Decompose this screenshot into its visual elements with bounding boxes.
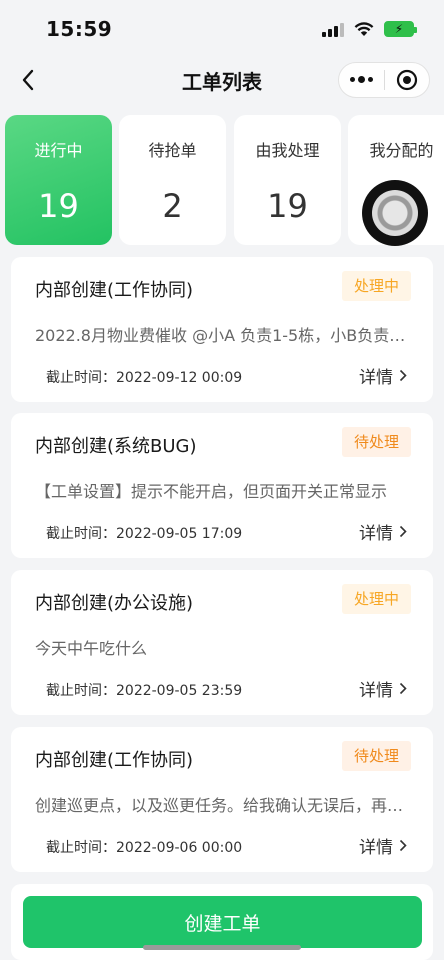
create-work-order-button[interactable]: 创建工单 bbox=[23, 896, 422, 948]
card-description: 2022.8月物业费催收 @小A 负责1-5栋，小B负责6-10栋 bbox=[35, 326, 415, 345]
detail-label: 详情 bbox=[359, 838, 393, 858]
work-order-card[interactable]: 内部创建(工作协同) 处理中 2022.8月物业费催收 @小A 负责1-5栋，小… bbox=[11, 257, 433, 402]
card-deadline: 截止时间：2022-09-06 00:00 bbox=[46, 840, 243, 856]
tab-to-grab[interactable]: 待抢单 2 bbox=[119, 115, 226, 245]
more-dots-icon bbox=[349, 76, 373, 83]
signal-icon bbox=[322, 21, 344, 37]
charging-bolt-icon: ⚡ bbox=[394, 22, 404, 36]
status-time: 15:59 bbox=[46, 17, 113, 41]
tab-label: 待抢单 bbox=[148, 141, 197, 160]
tab-label: 我分配的 bbox=[369, 141, 434, 160]
card-description: 【工单设置】提示不能开启，但页面开关正常显示 bbox=[35, 482, 388, 501]
more-button[interactable] bbox=[339, 63, 384, 97]
status-badge: 处理中 bbox=[341, 584, 411, 614]
page-title: 工单列表 bbox=[182, 69, 262, 94]
detail-link[interactable]: 详情 bbox=[359, 519, 407, 544]
card-description: 今天中午吃什么 bbox=[35, 639, 148, 658]
tab-count: 19 bbox=[267, 187, 308, 225]
work-order-card[interactable]: 内部创建(工作协同) 待处理 创建巡更点，以及巡更任务。给我确认无误后，再发布 … bbox=[11, 727, 433, 872]
tab-label: 进行中 bbox=[34, 141, 83, 160]
detail-label: 详情 bbox=[359, 368, 393, 388]
status-badge: 处理中 bbox=[341, 271, 411, 301]
mini-program-capsule bbox=[338, 62, 430, 98]
target-close-icon bbox=[396, 69, 417, 91]
detail-link[interactable]: 详情 bbox=[359, 676, 407, 701]
detail-label: 详情 bbox=[359, 524, 393, 544]
chevron-right-icon bbox=[399, 525, 407, 538]
wifi-icon bbox=[354, 22, 374, 36]
tab-label: 由我处理 bbox=[255, 141, 320, 160]
card-deadline: 截止时间：2022-09-05 23:59 bbox=[46, 683, 243, 699]
assistive-touch-button[interactable] bbox=[362, 180, 428, 246]
card-title: 内部创建(工作协同) bbox=[35, 750, 194, 771]
tab-count: 19 bbox=[38, 187, 79, 225]
chevron-left-icon bbox=[22, 69, 34, 91]
chevron-right-icon bbox=[399, 839, 407, 852]
chevron-right-icon bbox=[399, 369, 407, 382]
back-button[interactable] bbox=[14, 64, 42, 96]
card-deadline: 截止时间：2022-09-12 00:09 bbox=[46, 370, 243, 386]
tab-in-progress[interactable]: 进行中 19 bbox=[5, 115, 112, 245]
tab-handled-by-me[interactable]: 由我处理 19 bbox=[234, 115, 341, 245]
card-title: 内部创建(办公设施) bbox=[35, 593, 194, 614]
chevron-right-icon bbox=[399, 682, 407, 695]
tab-count: 2 bbox=[162, 187, 183, 225]
status-bar: 15:59 ⚡ bbox=[0, 0, 444, 58]
card-title: 内部创建(系统BUG) bbox=[35, 436, 197, 457]
status-icons: ⚡ bbox=[322, 21, 417, 37]
status-badge: 待处理 bbox=[341, 741, 411, 771]
detail-link[interactable]: 详情 bbox=[359, 363, 407, 388]
card-description: 创建巡更点，以及巡更任务。给我确认无误后，再发布 bbox=[35, 796, 415, 815]
work-order-card[interactable]: 内部创建(系统BUG) 待处理 【工单设置】提示不能开启，但页面开关正常显示 截… bbox=[11, 413, 433, 558]
assistive-touch-icon bbox=[372, 190, 418, 236]
battery-icon: ⚡ bbox=[384, 21, 417, 37]
work-order-card[interactable]: 内部创建(办公设施) 处理中 今天中午吃什么 截止时间：2022-09-05 2… bbox=[11, 570, 433, 715]
card-title: 内部创建(工作协同) bbox=[35, 280, 194, 301]
detail-link[interactable]: 详情 bbox=[359, 833, 407, 858]
nav-bar: 工单列表 bbox=[0, 58, 444, 102]
close-miniprogram-button[interactable] bbox=[385, 63, 430, 97]
home-indicator[interactable] bbox=[143, 945, 301, 950]
detail-label: 详情 bbox=[359, 681, 393, 701]
status-badge: 待处理 bbox=[341, 427, 411, 457]
card-deadline: 截止时间：2022-09-05 17:09 bbox=[46, 526, 243, 542]
